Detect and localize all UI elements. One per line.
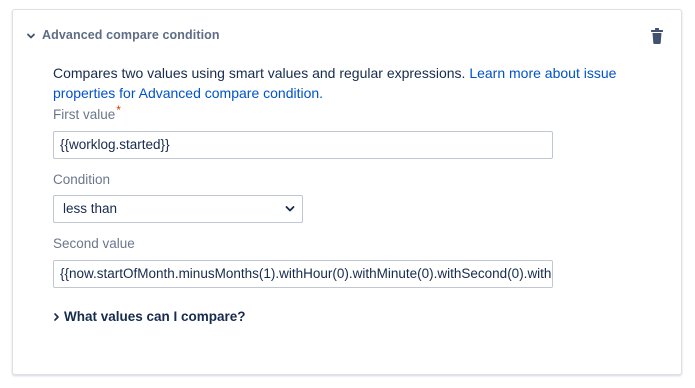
first-value-input[interactable]: {{worklog.started}} — [53, 131, 553, 159]
second-value-input[interactable]: {{now.startOfMonth.minusMonths(1).withHo… — [53, 260, 553, 288]
required-mark: * — [116, 103, 121, 117]
description-text: Compares two values using smart values a… — [53, 65, 470, 81]
condition-description: Compares two values using smart values a… — [53, 63, 678, 103]
chevron-right-icon — [54, 313, 59, 321]
chevron-down-icon[interactable] — [25, 30, 37, 42]
first-value-label: First value* — [53, 103, 121, 122]
second-value-label: Second value — [53, 236, 135, 251]
condition-select[interactable]: less than — [53, 195, 303, 223]
condition-label: Condition — [53, 172, 111, 187]
trash-icon[interactable] — [649, 27, 665, 45]
expander-label: What values can I compare? — [64, 309, 246, 324]
condition-selected-value: less than — [63, 201, 118, 216]
advanced-compare-condition-card: Advanced compare condition Compares two … — [12, 9, 682, 375]
card-header[interactable]: Advanced compare condition — [13, 10, 681, 62]
chevron-down-icon — [285, 206, 295, 212]
card-title: Advanced compare condition — [42, 28, 220, 42]
